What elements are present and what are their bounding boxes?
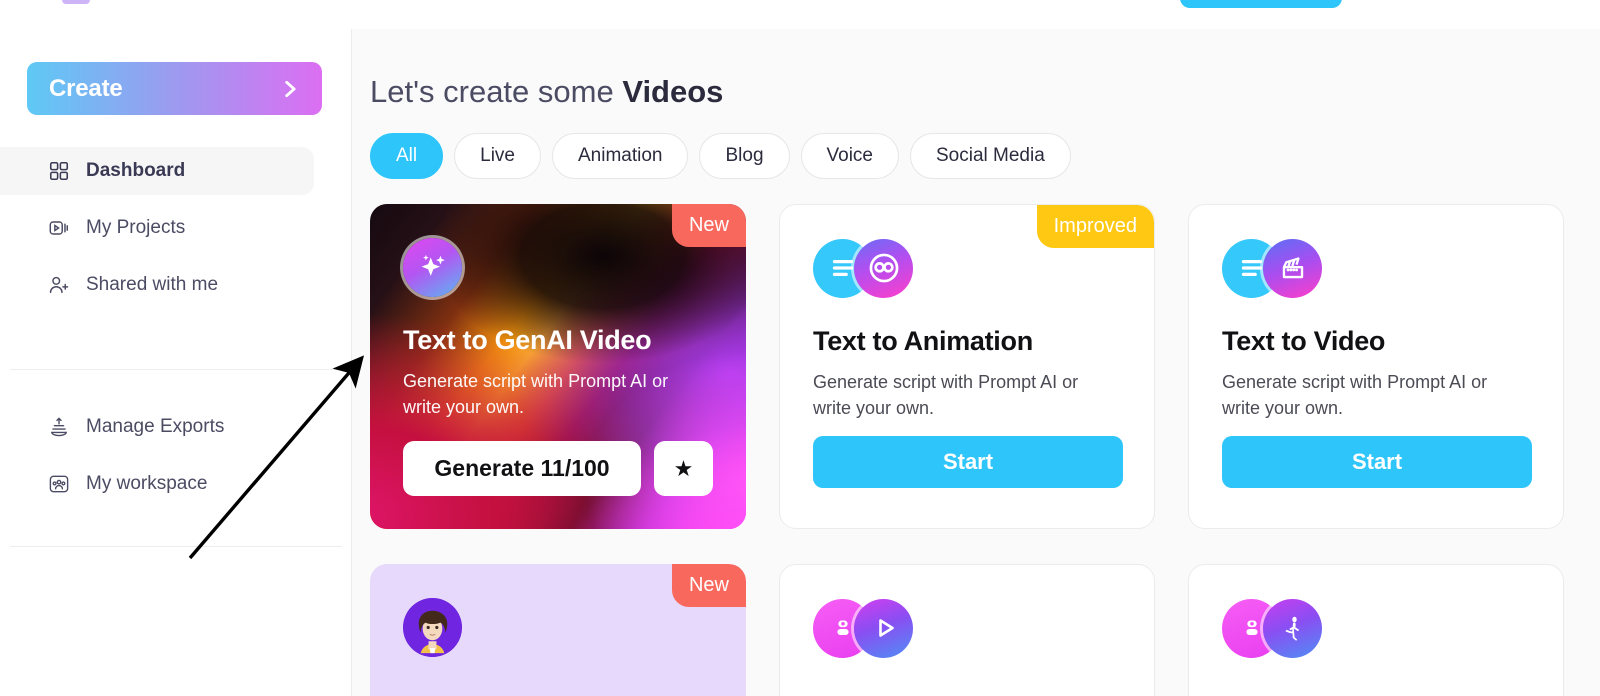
- card-row: New: [370, 564, 1585, 696]
- card-icon-group: [403, 237, 713, 297]
- app-root: Create Dashboard My Projects Shared with…: [0, 0, 1600, 696]
- card-text-to-video[interactable]: Text to Video Generate script with Promp…: [1188, 204, 1564, 529]
- sidebar-secondary-nav: Manage Exports My workspace: [0, 403, 352, 508]
- sidebar-item-shared-with-me[interactable]: Shared with me: [0, 261, 314, 309]
- sidebar-item-label: Manage Exports: [86, 416, 225, 437]
- filter-tab-social-media[interactable]: Social Media: [910, 133, 1071, 179]
- card-blog-to-video[interactable]: [779, 564, 1155, 696]
- card-icon-group: [403, 597, 713, 657]
- page-title-strong: Videos: [622, 74, 724, 109]
- card-title: Text to Video: [1222, 326, 1386, 356]
- play-icon: [854, 598, 913, 658]
- export-icon: [48, 416, 70, 438]
- avatar-portrait-icon: [403, 597, 462, 657]
- sidebar-item-label: My Projects: [86, 217, 186, 238]
- card-icon-group: [1222, 238, 1530, 298]
- create-button[interactable]: Create: [27, 62, 322, 115]
- main-content: Let's create some Videos All Live Animat…: [352, 29, 1600, 696]
- dancer-icon: [1263, 598, 1322, 658]
- sidebar-item-label: Shared with me: [86, 274, 219, 295]
- video-stack-icon: [48, 217, 70, 239]
- card-text-to-genai-video[interactable]: New Text to GenAI Video Generate script …: [370, 204, 746, 529]
- sidebar-item-label: Dashboard: [86, 160, 186, 181]
- upgrade-button[interactable]: [1180, 0, 1342, 8]
- create-button-label: Create: [49, 74, 123, 102]
- filter-tabs: All Live Animation Blog Voice Social Med…: [370, 133, 1071, 179]
- filter-tab-all[interactable]: All: [370, 133, 444, 179]
- card-description: Generate script with Prompt AI or write …: [403, 371, 669, 418]
- card-title: Text to GenAI Video: [403, 325, 652, 355]
- sparkle-icon: [403, 237, 462, 297]
- filter-tab-blog[interactable]: Blog: [699, 133, 790, 179]
- workspace-icon: [48, 473, 70, 495]
- sidebar-item-dashboard[interactable]: Dashboard: [0, 147, 314, 195]
- clapperboard-icon: [1263, 238, 1322, 298]
- user-add-icon: [48, 274, 70, 296]
- sidebar-divider: [10, 546, 342, 547]
- card-talking-avatar[interactable]: New: [370, 564, 746, 696]
- card-description: Generate script with Prompt AI or write …: [813, 372, 1079, 419]
- sidebar-item-manage-exports[interactable]: Manage Exports: [0, 403, 314, 451]
- grid-icon: [48, 160, 70, 182]
- card-icon-group: [1222, 598, 1530, 658]
- sidebar-item-my-projects[interactable]: My Projects: [0, 204, 314, 252]
- page-title-prefix: Let's create some: [370, 74, 623, 109]
- filter-tab-voice[interactable]: Voice: [800, 133, 899, 179]
- sidebar-primary-nav: Dashboard My Projects Shared with me: [0, 147, 352, 309]
- status-badge: New: [671, 564, 746, 607]
- template-card-grid: New Text to GenAI Video Generate script …: [370, 204, 1585, 696]
- status-badge: Improved: [1036, 205, 1154, 248]
- sidebar-item-my-workspace[interactable]: My workspace: [0, 460, 314, 508]
- card-blog-to-animation[interactable]: [1188, 564, 1564, 696]
- goggles-face-icon: [854, 238, 913, 298]
- sidebar-item-label: My workspace: [86, 473, 208, 494]
- sidebar-divider: [10, 369, 342, 370]
- filter-tab-animation[interactable]: Animation: [551, 133, 689, 179]
- card-icon-group: [813, 598, 1121, 658]
- topbar: [0, 0, 1600, 29]
- card-title: Text to Animation: [813, 326, 1033, 356]
- sidebar: Create Dashboard My Projects Shared with…: [0, 29, 352, 696]
- card-row: New Text to GenAI Video Generate script …: [370, 204, 1585, 529]
- card-text-to-animation[interactable]: Improved Text to Animation Generate scri…: [779, 204, 1155, 529]
- filter-tab-live[interactable]: Live: [454, 133, 541, 179]
- status-badge: New: [671, 204, 746, 247]
- card-description: Generate script with Prompt AI or write …: [1222, 372, 1488, 419]
- logo-icon[interactable]: [62, 0, 90, 4]
- page-title: Let's create some Videos: [370, 74, 723, 110]
- chevron-right-icon: [280, 79, 300, 99]
